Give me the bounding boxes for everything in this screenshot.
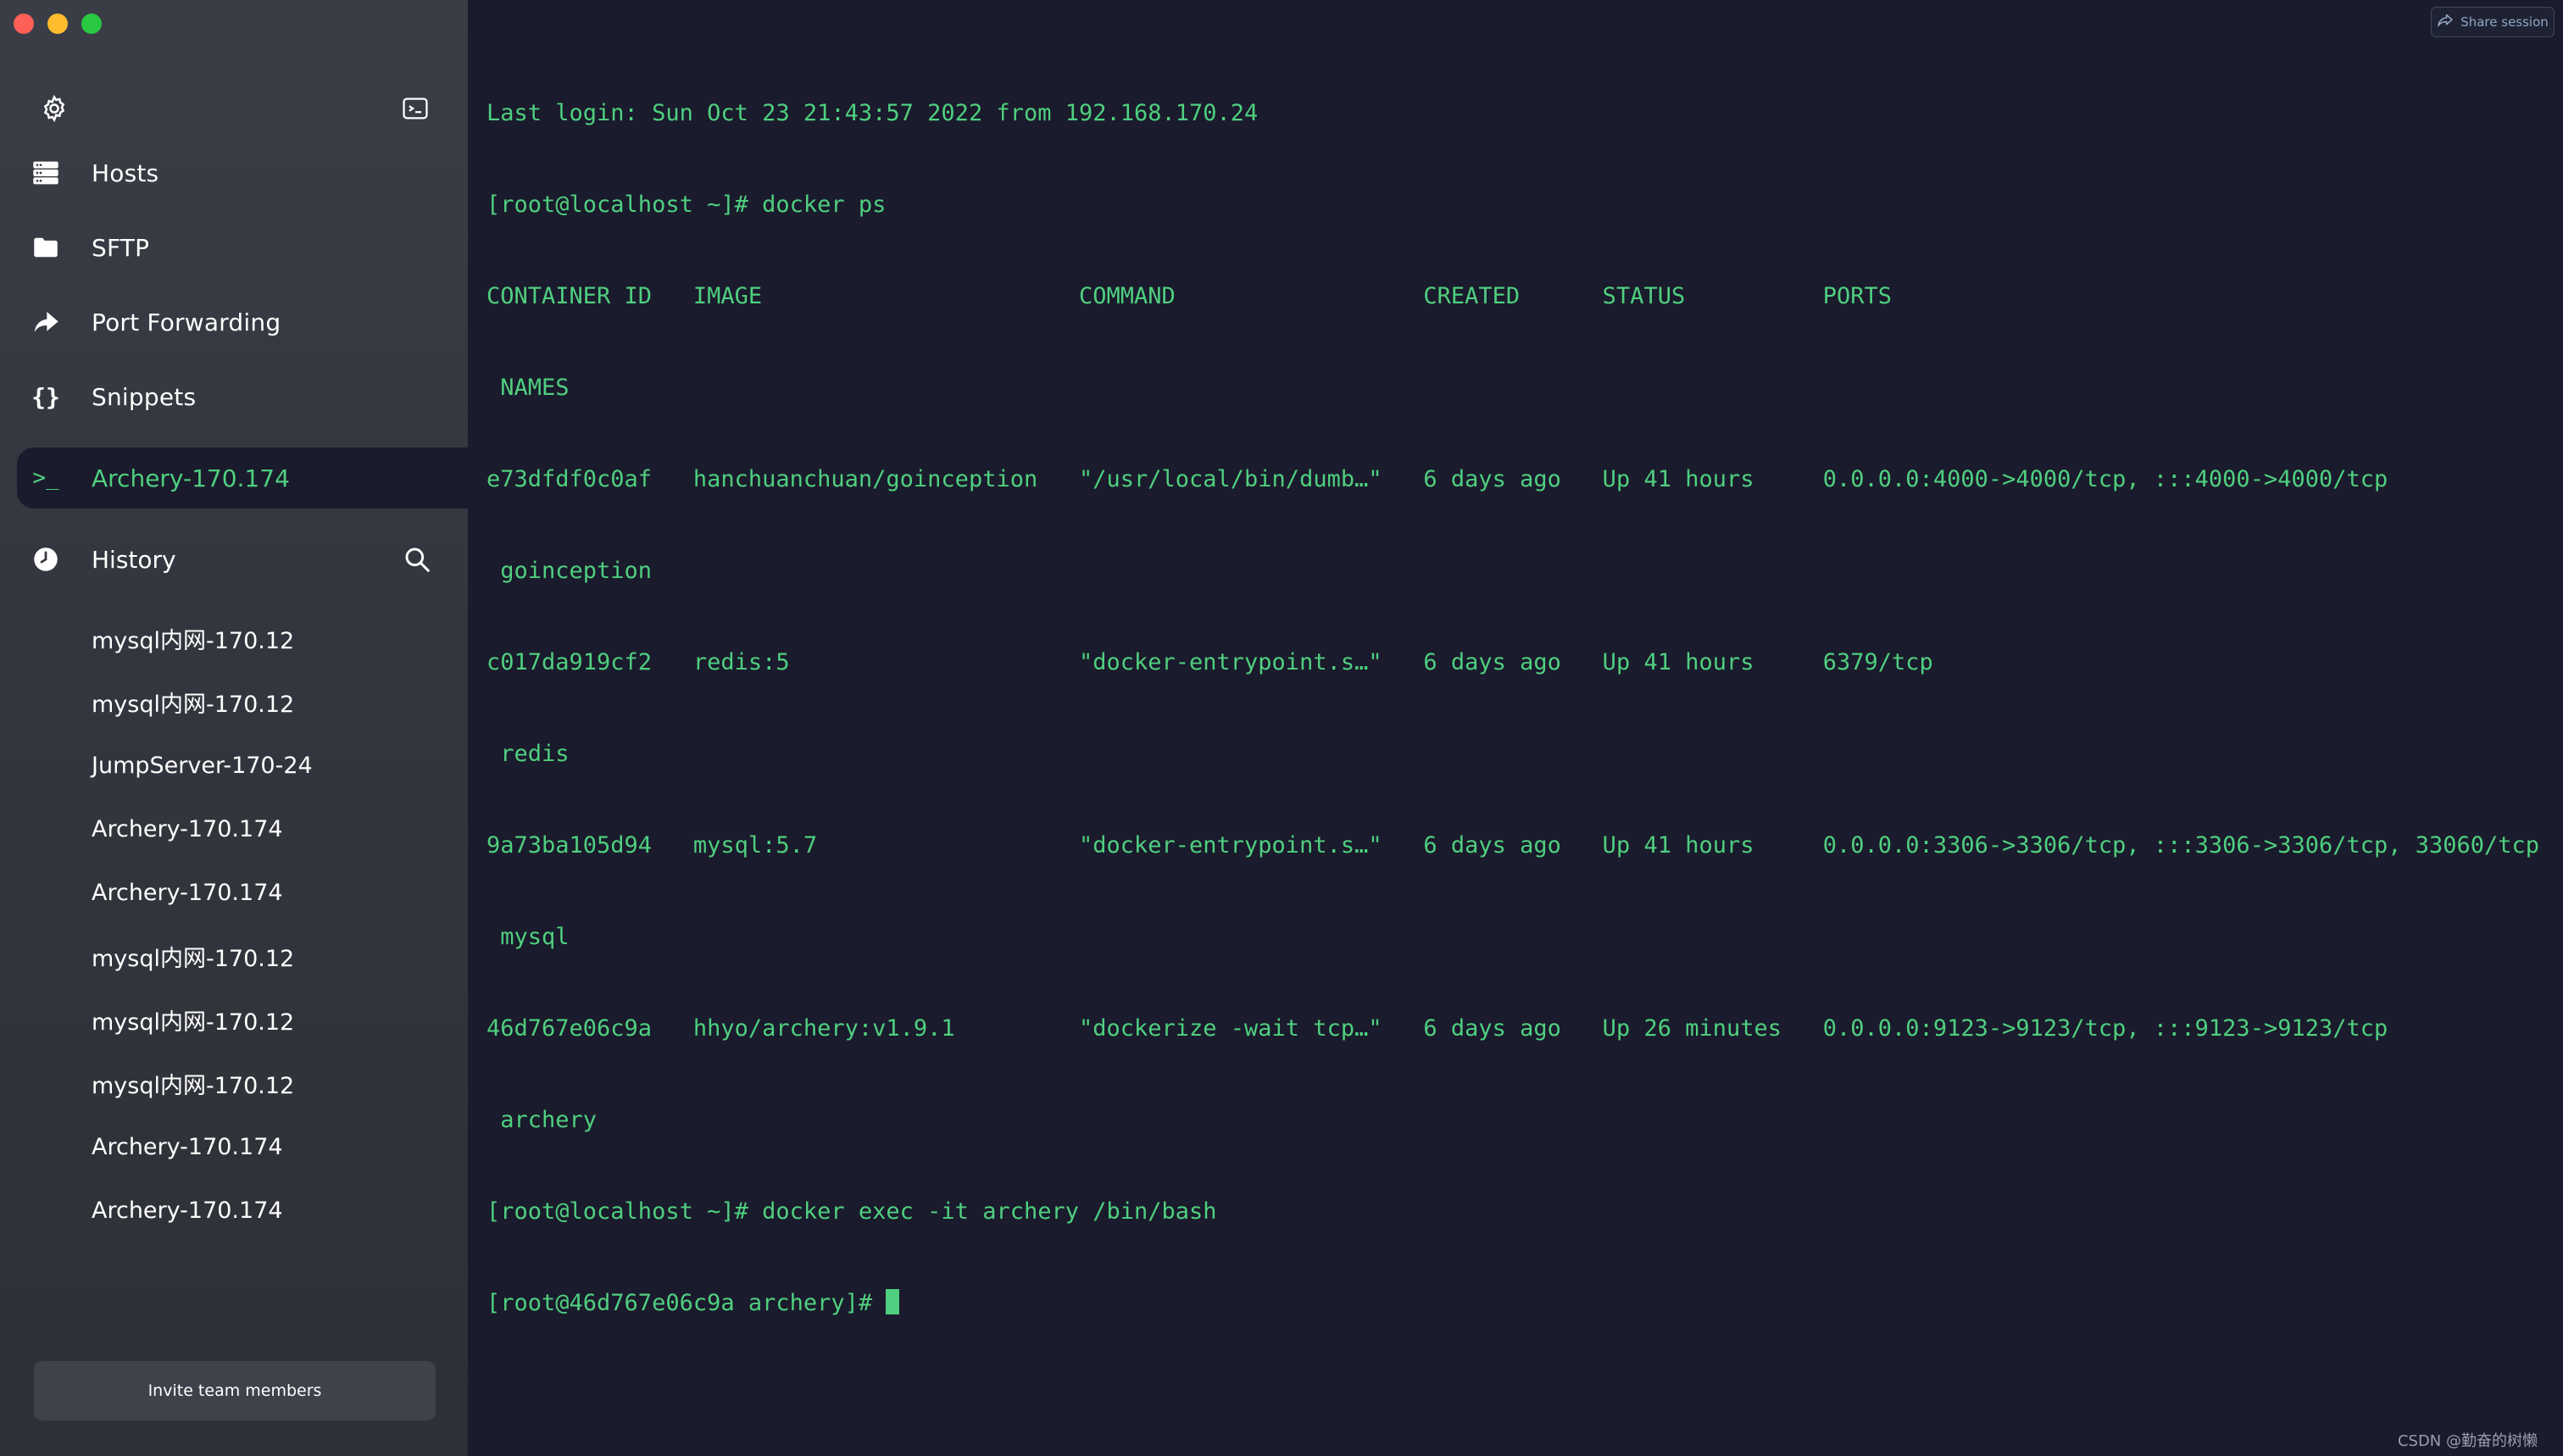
terminal-prompt-icon: >_ (32, 465, 59, 491)
new-terminal-icon[interactable] (398, 92, 432, 125)
folder-icon (17, 236, 92, 258)
terminal-prompt-line[interactable]: [root@46d767e06c9a archery]# (486, 1288, 2539, 1319)
watermark: CSDN @勤奋的树懒 (2397, 1432, 2538, 1450)
history-header: History (17, 527, 468, 592)
history-item[interactable]: Archery-170.174 (92, 861, 313, 925)
terminal-output: Last login: Sun Oct 23 21:43:57 2022 fro… (486, 37, 2539, 1380)
invite-team-button[interactable]: Invite team members (34, 1361, 436, 1420)
search-icon[interactable] (400, 542, 434, 576)
sidebar-item-hosts[interactable]: Hosts (17, 141, 468, 205)
share-icon (2437, 14, 2454, 31)
terminal-prompt: [root@46d767e06c9a archery]# (486, 1290, 887, 1316)
clock-icon (17, 547, 92, 572)
minimize-window-button[interactable] (47, 14, 68, 34)
history-item[interactable]: Archery-170.174 (92, 1179, 313, 1242)
sidebar-item-label: SFTP (92, 233, 150, 262)
terminal-line: Last login: Sun Oct 23 21:43:57 2022 fro… (486, 100, 1259, 126)
terminal-line: [root@localhost ~]# docker exec -it arch… (486, 1198, 1217, 1225)
history-label: History (92, 545, 176, 574)
sidebar-item-label: Snippets (92, 382, 197, 411)
history-item[interactable]: mysql内网-170.12 (92, 1052, 313, 1115)
session-tab-archery[interactable]: >_ Archery-170.174 (17, 447, 468, 508)
app-window: Hosts SFTP Port Forwarding {} Snippets >… (0, 0, 2563, 1456)
sidebar-item-label: Hosts (92, 158, 159, 187)
hosts-icon (17, 160, 92, 186)
history-item[interactable]: mysql内网-170.12 (92, 607, 313, 670)
share-session-button[interactable]: Share session (2431, 7, 2555, 37)
history-item[interactable]: mysql内网-170.12 (92, 670, 313, 734)
terminal-line: 9a73ba105d94 mysql:5.7 "docker-entrypoin… (486, 832, 2540, 859)
terminal-line: [root@localhost ~]# docker ps (486, 192, 887, 218)
sidebar-item-snippets[interactable]: {} Snippets (17, 364, 468, 429)
terminal-line: NAMES (486, 375, 570, 401)
close-window-button[interactable] (14, 14, 34, 34)
terminal-pane[interactable]: Share session Last login: Sun Oct 23 21:… (468, 0, 2563, 1456)
history-item[interactable]: Archery-170.174 (92, 1115, 313, 1179)
terminal-line: e73dfdf0c0af hanchuanchuan/goinception "… (486, 466, 2388, 492)
terminal-line: 46d767e06c9a hhyo/archery:v1.9.1 "docker… (486, 1015, 2388, 1042)
braces-icon: {} (31, 382, 60, 411)
sidebar: Hosts SFTP Port Forwarding {} Snippets >… (0, 0, 468, 1456)
terminal-line: goinception (486, 558, 653, 584)
sidebar-item-label: Port Forwarding (92, 308, 281, 336)
gear-icon[interactable] (37, 92, 71, 125)
share-session-label: Share session (2460, 14, 2549, 30)
maximize-window-button[interactable] (81, 14, 102, 34)
terminal-line: mysql (486, 924, 570, 950)
history-item[interactable]: mysql内网-170.12 (92, 925, 313, 988)
history-list: mysql内网-170.12 mysql内网-170.12 JumpServer… (92, 607, 313, 1242)
sidebar-item-sftp[interactable]: SFTP (17, 215, 468, 280)
terminal-line: c017da919cf2 redis:5 "docker-entrypoint.… (486, 649, 1933, 675)
history-item[interactable]: Archery-170.174 (92, 797, 313, 861)
terminal-line: CONTAINER ID IMAGE COMMAND CREATED STATU… (486, 283, 1893, 309)
terminal-line: redis (486, 741, 570, 767)
terminal-cursor (886, 1289, 900, 1314)
forward-arrow-icon (17, 310, 92, 334)
terminal-line: archery (486, 1107, 598, 1133)
sidebar-item-port-forwarding[interactable]: Port Forwarding (17, 290, 468, 354)
history-item[interactable]: mysql内网-170.12 (92, 988, 313, 1052)
history-item[interactable]: JumpServer-170-24 (92, 734, 313, 797)
session-tab-label: Archery-170.174 (92, 464, 290, 492)
